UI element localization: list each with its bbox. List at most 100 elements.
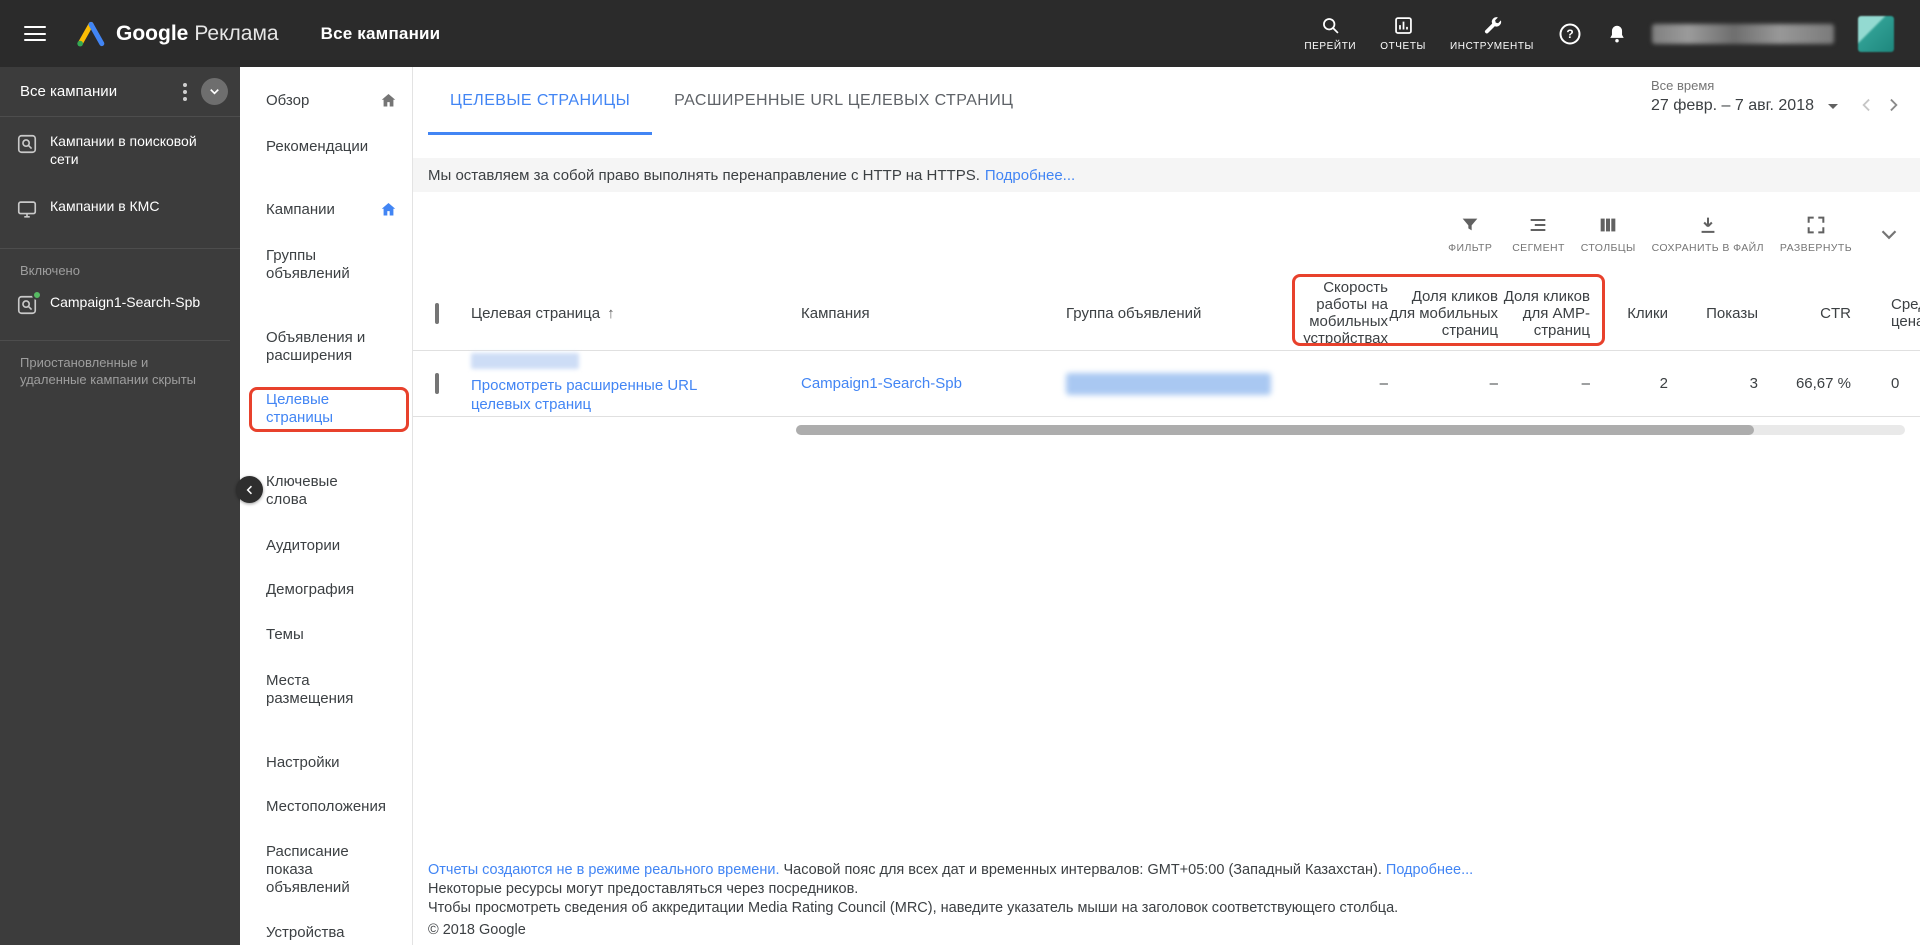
- hidden-campaigns-note: Приостановленные и удаленные кампании ск…: [0, 340, 230, 401]
- brand-name: Google Реклама: [116, 21, 279, 45]
- filter-icon: [1459, 214, 1481, 236]
- https-redirect-notice: Мы оставляем за собой право выполнять пе…: [413, 158, 1920, 192]
- sidebar-item-placements[interactable]: Места размещения: [240, 672, 412, 708]
- sidebar-item-topics[interactable]: Темы: [240, 626, 412, 644]
- realtime-reports-link[interactable]: Отчеты создаются не в режиме реального в…: [428, 862, 779, 878]
- date-preset: Все время: [1650, 78, 1715, 93]
- cell-impressions: 3: [1749, 375, 1758, 392]
- display-campaign-icon: [16, 198, 38, 220]
- section-nav: Обзор Рекомендации Кампании Группы объяв…: [240, 67, 413, 945]
- column-header-amp-clicks-share[interactable]: Доля кликов для AMP-страниц: [1498, 288, 1590, 339]
- sidebar-item-locations[interactable]: Местоположения: [240, 798, 412, 816]
- redacted-landing-url: [471, 353, 579, 369]
- campaign-link[interactable]: Campaign1-Search-Spb: [801, 375, 962, 392]
- column-header-impressions[interactable]: Показы: [1668, 305, 1758, 322]
- collapse-nav-button[interactable]: [236, 476, 263, 503]
- cell-amp-clicks-share: –: [1581, 375, 1590, 392]
- copyright: © 2018 Google: [428, 922, 526, 938]
- search-icon: [1320, 15, 1341, 36]
- column-header-ctr[interactable]: CTR: [1758, 305, 1851, 322]
- google-ads-logo[interactable]: Google Реклама: [76, 20, 279, 48]
- column-header-avg-price-clipped[interactable]: Средняя цена: [1851, 296, 1920, 330]
- expand-icon: [1805, 214, 1827, 236]
- sidebar-item-landing-pages[interactable]: Целевые страницы: [240, 391, 412, 427]
- tab-expanded-urls[interactable]: РАСШИРЕННЫЕ URL ЦЕЛЕВЫХ СТРАНИЦ: [652, 67, 1035, 135]
- avatar[interactable]: [1858, 15, 1894, 52]
- campaign-drawer: Все кампании Кампании в поисковой сети К…: [0, 67, 240, 945]
- cell-mobile-clicks-share: –: [1489, 375, 1498, 392]
- sidebar-item-demographics[interactable]: Демография: [240, 581, 412, 599]
- home-icon-blue: [379, 200, 398, 219]
- caret-down-icon: [1828, 103, 1838, 109]
- segment-icon: [1527, 214, 1549, 236]
- drawer-item-search-campaigns[interactable]: Кампании в поисковой сети: [0, 117, 240, 182]
- svg-text:?: ?: [1566, 27, 1573, 41]
- cell-landing-page: Просмотреть расширенные URL целевых стра…: [471, 353, 801, 414]
- goto-button[interactable]: ПЕРЕЙТИ: [1304, 15, 1356, 52]
- column-header-mobile-speed[interactable]: Скорость работы на мобильных устройствах: [1293, 279, 1388, 347]
- row-checkbox[interactable]: [435, 373, 439, 394]
- sidebar-item-recommendations[interactable]: Рекомендации: [240, 138, 412, 156]
- date-nav: [1856, 94, 1904, 116]
- search-campaign-icon: [16, 290, 42, 316]
- topbar-actions: ПЕРЕЙТИ ОТЧЕТЫ ИНСТРУМЕНТЫ ?: [1304, 15, 1920, 52]
- sidebar-item-ad-schedule[interactable]: Расписание показа объявлений: [240, 843, 412, 897]
- footer-line-3: Чтобы просмотреть сведения об аккредитац…: [428, 900, 1399, 916]
- footer-learn-more-link[interactable]: Подробнее...: [1386, 862, 1473, 878]
- cell-mobile-speed: –: [1379, 375, 1388, 392]
- columns-button[interactable]: СТОЛБЦЫ: [1581, 214, 1636, 254]
- notifications-bell-icon[interactable]: [1606, 23, 1628, 45]
- download-button[interactable]: СОХРАНИТЬ В ФАЙЛ: [1652, 214, 1764, 254]
- column-header-landing-page[interactable]: Целевая страница ↑: [471, 305, 801, 322]
- column-header-mobile-clicks-share[interactable]: Доля кликов для мобильных страниц: [1388, 288, 1498, 339]
- column-header-campaign[interactable]: Кампания: [801, 305, 1066, 322]
- redacted-ad-group: [1066, 372, 1271, 395]
- sidebar-item-audiences[interactable]: Аудитории: [240, 537, 412, 555]
- table-toolbar: ФИЛЬТР СЕГМЕНТ СТОЛБЦЫ СОХРАНИТЬ В ФАЙЛ …: [413, 192, 1920, 276]
- notice-learn-more-link[interactable]: Подробнее...: [985, 167, 1075, 184]
- segment-button[interactable]: СЕГМЕНТ: [1512, 214, 1565, 254]
- account-info-redacted[interactable]: [1652, 23, 1834, 44]
- scrollbar-thumb[interactable]: [796, 425, 1754, 435]
- table-header-row: Целевая страница ↑ Кампания Группа объявл…: [413, 276, 1920, 351]
- sidebar-item-campaigns[interactable]: Кампании: [240, 201, 412, 219]
- kebab-menu-icon[interactable]: [173, 78, 197, 106]
- menu-icon[interactable]: [24, 26, 46, 41]
- enabled-label: Включено: [20, 263, 80, 278]
- page-title: Все кампании: [320, 23, 441, 43]
- view-expanded-urls-link[interactable]: Просмотреть расширенные URL целевых стра…: [471, 376, 756, 414]
- columns-icon: [1597, 214, 1619, 236]
- reports-button[interactable]: ОТЧЕТЫ: [1380, 15, 1426, 52]
- filter-button[interactable]: ФИЛЬТР: [1444, 214, 1496, 254]
- collapse-toolbar-chevron-icon[interactable]: [1876, 221, 1902, 247]
- sidebar-item-ads-extensions[interactable]: Объявления и расширения: [240, 329, 412, 365]
- sidebar-item-devices[interactable]: Устройства: [240, 924, 412, 942]
- home-icon: [379, 91, 398, 110]
- tab-landing-pages[interactable]: ЦЕЛЕВЫЕ СТРАНИЦЫ: [428, 67, 653, 135]
- enabled-status-dot: [32, 290, 42, 300]
- date-range-button[interactable]: Все время 27 февр. – 7 авг. 2018: [1651, 78, 1838, 115]
- help-button[interactable]: ?: [1558, 22, 1582, 46]
- drawer-item-display-campaigns[interactable]: Кампании в КМС: [0, 182, 240, 234]
- date-range-picker: Все время 27 февр. – 7 авг. 2018: [1651, 78, 1904, 116]
- footer-line-1: Отчеты создаются не в режиме реального в…: [428, 862, 1474, 878]
- column-header-clicks[interactable]: Клики: [1590, 305, 1668, 322]
- wrench-icon: [1482, 15, 1503, 36]
- table-row: Просмотреть расширенные URL целевых стра…: [413, 351, 1920, 417]
- previous-period-icon[interactable]: [1856, 94, 1878, 116]
- next-period-icon[interactable]: [1882, 94, 1904, 116]
- cell-ad-group: [1066, 372, 1293, 395]
- expand-button[interactable]: РАЗВЕРНУТЬ: [1780, 214, 1852, 254]
- cell-campaign: Campaign1-Search-Spb: [801, 375, 1066, 392]
- horizontal-scrollbar: [413, 425, 1920, 435]
- tools-button[interactable]: ИНСТРУМЕНТЫ: [1450, 15, 1534, 52]
- sidebar-item-ad-groups[interactable]: Группы объявлений: [240, 247, 412, 283]
- select-all-checkbox[interactable]: [435, 302, 439, 324]
- column-header-ad-group[interactable]: Группа объявлений: [1066, 305, 1293, 322]
- sidebar-item-overview[interactable]: Обзор: [240, 92, 412, 110]
- drawer-expand-button[interactable]: [201, 78, 228, 105]
- sidebar-item-keywords[interactable]: Ключевые слова: [240, 473, 412, 509]
- sidebar-item-settings[interactable]: Настройки: [240, 754, 412, 772]
- drawer-item-campaign1[interactable]: Campaign1-Search-Spb: [0, 278, 240, 330]
- search-campaign-icon: [16, 133, 38, 168]
